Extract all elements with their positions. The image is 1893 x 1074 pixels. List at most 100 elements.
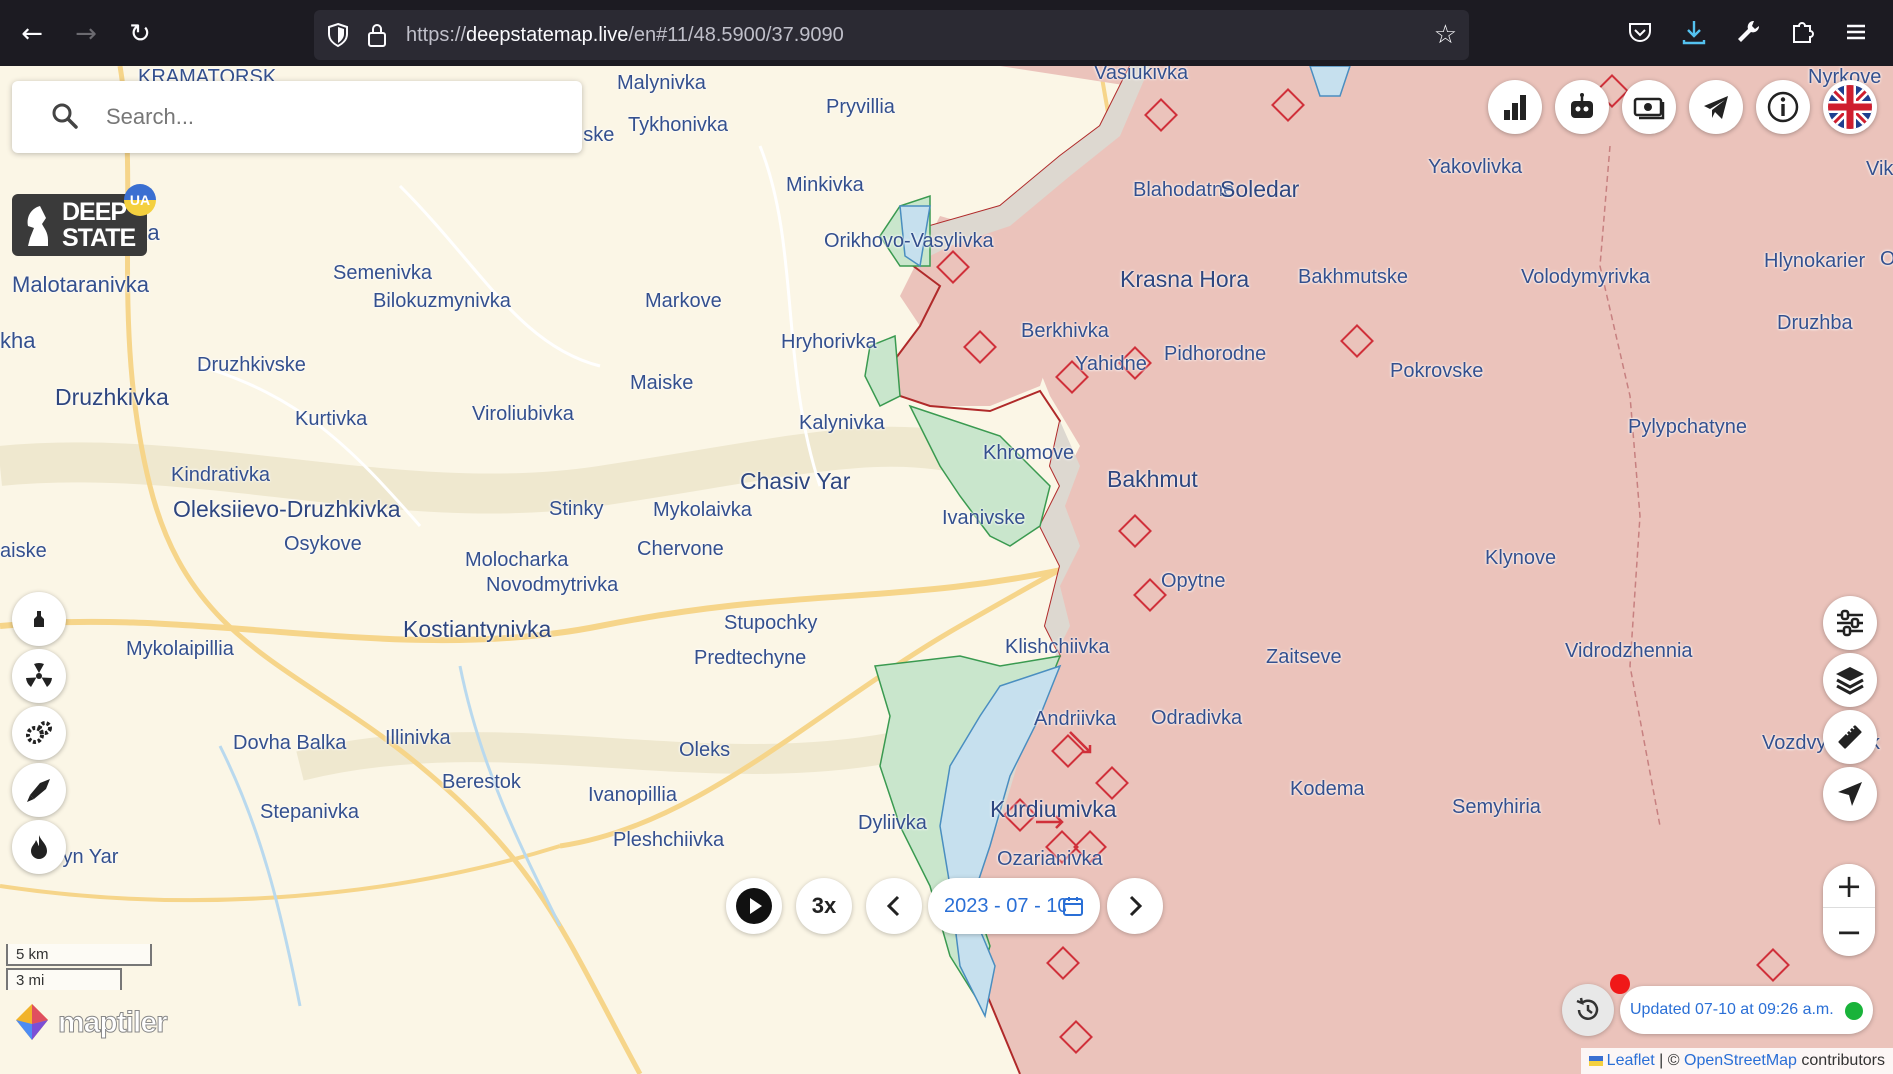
menu-icon[interactable] xyxy=(1840,18,1872,50)
money-icon xyxy=(1633,97,1665,120)
place-label: Pidhorodne xyxy=(1164,343,1267,365)
place-label: Andriivka xyxy=(1034,708,1117,730)
scale-bar: 5 km 3 mi xyxy=(6,944,152,992)
map-view[interactable]: KRAMATORSKMalynivkaPryvilliaVasiukivkaVa… xyxy=(0,66,1893,1074)
place-label: Illinivka xyxy=(385,727,451,749)
address-bar[interactable]: https://deepstatemap.live/en#11/48.5900/… xyxy=(314,10,1469,60)
place-label: Ivanivske xyxy=(942,507,1026,529)
place-label: Malynivka xyxy=(617,72,706,94)
place-label: Orikhovo-Vasylivka xyxy=(824,230,994,252)
place-label: Semyhiria xyxy=(1452,796,1541,818)
play-button[interactable] xyxy=(726,878,782,934)
chevron-left-icon xyxy=(886,895,900,917)
extensions-icon[interactable] xyxy=(1786,18,1818,50)
place-label: Stepanivka xyxy=(260,801,359,823)
place-label: Klynove xyxy=(1485,547,1557,569)
url-domain: deepstatemap.live xyxy=(466,24,629,46)
update-status: Updated 07-10 at 09:26 a.m. xyxy=(1620,986,1873,1034)
missiles-layer-button[interactable] xyxy=(12,763,66,817)
speed-button[interactable]: 3x xyxy=(796,878,852,934)
calendar-icon[interactable] xyxy=(1062,895,1084,917)
url-text[interactable]: https://deepstatemap.live/en#11/48.5900/… xyxy=(406,10,844,60)
lock-icon[interactable] xyxy=(366,22,388,48)
telegram-button[interactable] xyxy=(1689,80,1743,134)
download-icon[interactable] xyxy=(1678,18,1710,50)
place-label: kha xyxy=(0,328,36,353)
zoom-control: + − xyxy=(1823,864,1875,956)
play-icon xyxy=(736,888,772,924)
place-label: Predtechyne xyxy=(694,647,807,669)
place-label: Vidrodzhennia xyxy=(1565,640,1693,662)
leaflet-link[interactable]: Leaflet xyxy=(1607,1052,1655,1069)
deepstate-logo[interactable]: DEEP STATE UA xyxy=(12,184,156,256)
fires-layer-button[interactable] xyxy=(12,820,66,874)
place-label: Bilokuzmynivka xyxy=(373,290,511,312)
osm-link[interactable]: OpenStreetMap xyxy=(1684,1052,1797,1069)
place-label: Kurdiumivka xyxy=(990,796,1117,822)
measure-button[interactable] xyxy=(1823,710,1877,764)
sliders-icon xyxy=(1837,609,1863,637)
status-dot xyxy=(1845,1002,1863,1020)
place-label: Berkhivka xyxy=(1021,320,1109,342)
wrench-icon[interactable] xyxy=(1732,18,1764,50)
logo-line1: DEEP xyxy=(62,198,127,226)
ua-badge: UA xyxy=(124,184,156,216)
info-button[interactable] xyxy=(1756,80,1810,134)
place-label: Ozarianivka xyxy=(997,848,1103,870)
info-icon xyxy=(1767,91,1799,123)
scale-mi: 3 mi xyxy=(6,968,122,990)
layers-button[interactable] xyxy=(1823,653,1877,707)
bar-chart-icon xyxy=(1504,95,1526,120)
place-label: Minkivka xyxy=(786,174,864,196)
place-label: Hryhorivka xyxy=(781,331,877,353)
prev-date-button[interactable] xyxy=(866,878,922,934)
zoom-out-button[interactable]: − xyxy=(1823,910,1875,954)
date-picker[interactable]: 2023 - 07 - 10 xyxy=(928,878,1100,934)
place-label: Mykolaivka xyxy=(653,499,752,521)
maptiler-logo[interactable]: maptiler xyxy=(12,1002,168,1046)
next-date-button[interactable] xyxy=(1107,878,1163,934)
gears-icon xyxy=(26,721,52,744)
browser-toolbar: ← → ↻ https://deepstatemap.live/en#11/48… xyxy=(0,0,1893,66)
place-label: Molocharka xyxy=(465,549,569,571)
donate-button[interactable] xyxy=(1622,80,1676,134)
place-label: Novodmytrivka xyxy=(486,574,619,596)
place-label: Kodema xyxy=(1290,778,1365,800)
filters-button[interactable] xyxy=(1823,596,1877,650)
industry-layer-button[interactable] xyxy=(12,706,66,760)
history-icon xyxy=(1576,997,1599,1020)
place-label: Oleksiievo-Druzhkivka xyxy=(173,496,401,522)
attribution: Leaflet | © OpenStreetMap contributors xyxy=(1580,1048,1893,1074)
search-input[interactable] xyxy=(106,99,546,135)
reload-button[interactable]: ↻ xyxy=(124,18,156,50)
place-label: Druzhkivka xyxy=(55,384,169,410)
locate-button[interactable] xyxy=(1823,767,1877,821)
maptiler-logo-icon xyxy=(16,1004,48,1040)
search-box[interactable] xyxy=(12,81,582,153)
statistics-button[interactable] xyxy=(1488,80,1542,134)
fire-icon xyxy=(31,835,47,859)
history-button[interactable] xyxy=(1562,984,1614,1036)
shield-icon[interactable] xyxy=(326,22,350,48)
forward-button[interactable]: → xyxy=(70,18,102,50)
bot-button[interactable] xyxy=(1555,80,1609,134)
nuclear-layer-button[interactable] xyxy=(12,649,66,703)
rocket-icon xyxy=(27,779,50,802)
place-label: Markove xyxy=(645,290,722,312)
url-prefix: https:// xyxy=(406,24,467,46)
ukraine-flag-icon xyxy=(1588,1055,1603,1066)
scale-km: 5 km xyxy=(6,944,152,966)
place-label: Kurtivka xyxy=(295,408,368,430)
back-button[interactable]: ← xyxy=(16,18,48,50)
zoom-in-button[interactable]: + xyxy=(1823,864,1875,908)
bookmark-star-icon[interactable]: ☆ xyxy=(1434,20,1457,50)
place-label: Berestok xyxy=(442,771,521,793)
place-label: Tykhonivka xyxy=(628,114,729,136)
monuments-layer-button[interactable] xyxy=(12,592,66,646)
place-label: aiske xyxy=(0,540,47,562)
pocket-icon[interactable] xyxy=(1624,18,1656,50)
url-path: /en#11/48.5900/37.9090 xyxy=(628,24,844,46)
language-button[interactable] xyxy=(1823,80,1877,134)
place-label: Soledar xyxy=(1220,176,1300,202)
place-label: Oleks xyxy=(679,739,731,761)
